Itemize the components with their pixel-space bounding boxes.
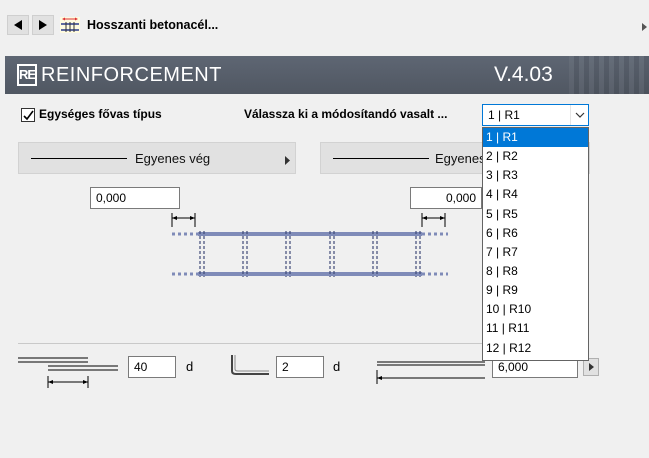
left-end-type-label: Egyenes vég	[135, 151, 211, 166]
uniform-type-label: Egységes fővas típus	[39, 107, 162, 121]
rebar-cage-icon	[59, 15, 81, 35]
rebar-select-value: 1 | R1	[488, 108, 520, 122]
dropdown-option[interactable]: 7 | R7	[483, 243, 588, 262]
select-rebar-label: Válassza ki a módosítandó vasalt ...	[244, 107, 448, 121]
dropdown-option[interactable]: 5 | R5	[483, 205, 588, 224]
triangle-right-icon	[39, 20, 47, 30]
right-end-type-label: Egyenes	[435, 151, 486, 166]
breadcrumb-label: Hosszanti betonacél...	[87, 18, 219, 32]
check-icon	[23, 110, 34, 121]
separator	[18, 343, 498, 344]
rebar-select-dropdown-list: 1 | R1 2 | R2 3 | R3 4 | R4 5 | R5 6 | R6 7 | …	[482, 127, 589, 361]
dropdown-option[interactable]: 11 | R11	[483, 319, 588, 338]
chevron-down-icon[interactable]	[570, 105, 588, 125]
straight-end-line	[333, 158, 429, 159]
rebar-cage-diagram	[171, 213, 448, 277]
header-decoration	[569, 56, 649, 94]
lap-splice-icon	[18, 357, 118, 388]
overflow-arrow-icon[interactable]	[642, 20, 647, 34]
app-logo: RE	[17, 64, 37, 86]
dropdown-option[interactable]: 4 | R4	[483, 185, 588, 204]
dropdown-option[interactable]: 12 | R12	[483, 339, 588, 358]
rebar-select[interactable]: 1 | R1	[482, 104, 589, 126]
straight-end-line	[31, 158, 127, 159]
hook-unit-label: d	[333, 359, 341, 374]
app-header: RE REINFORCEMENT V.4.03	[5, 56, 649, 94]
left-end-type-button[interactable]: Egyenes vég	[18, 142, 296, 174]
triangle-right-icon	[588, 363, 594, 371]
dropdown-option[interactable]: 3 | R3	[483, 166, 588, 185]
dropdown-arrow-icon	[285, 154, 290, 168]
uniform-type-checkbox[interactable]	[21, 108, 35, 122]
lap-unit-label: d	[186, 359, 194, 374]
triangle-left-icon	[14, 20, 22, 30]
forward-button[interactable]	[32, 15, 54, 35]
dropdown-option[interactable]: 8 | R8	[483, 262, 588, 281]
hook-length-input[interactable]: 2	[276, 356, 324, 378]
dropdown-option[interactable]: 1 | R1	[483, 128, 588, 148]
lap-length-input[interactable]: 40	[128, 356, 176, 378]
dropdown-option[interactable]: 9 | R9	[483, 281, 588, 300]
top-navigation-bar: Hosszanti betonacél...	[0, 0, 649, 48]
bar-length-icon	[376, 361, 485, 384]
dropdown-option[interactable]: 10 | R10	[483, 300, 588, 319]
dropdown-option[interactable]: 6 | R6	[483, 224, 588, 243]
breadcrumb[interactable]: Hosszanti betonacél...	[59, 15, 218, 35]
version-label: V.4.03	[494, 63, 553, 86]
back-button[interactable]	[7, 15, 29, 35]
hook-icon	[231, 355, 269, 375]
dropdown-option[interactable]: 2 | R2	[483, 147, 588, 166]
app-title: REINFORCEMENT	[41, 64, 222, 86]
